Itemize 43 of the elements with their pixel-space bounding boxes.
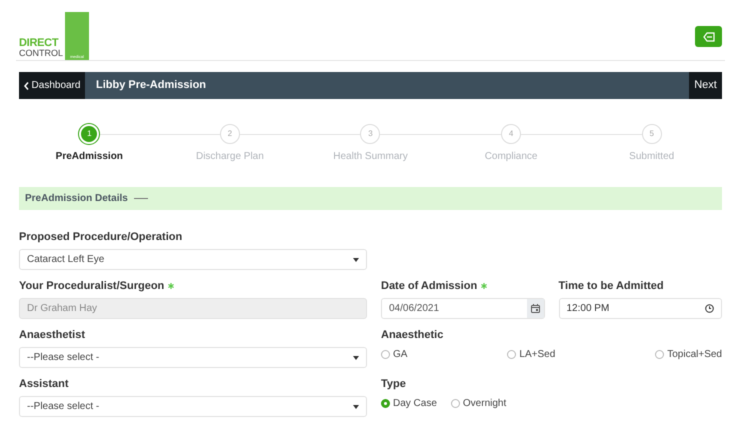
calendar-icon [530, 304, 540, 313]
step-label: PreAdmission [56, 150, 123, 164]
radio-option[interactable]: LA+Sed [507, 346, 556, 362]
clock-icon [705, 304, 714, 313]
next-button[interactable]: Next [689, 72, 722, 99]
time-field[interactable]: 12:00 PM [558, 298, 722, 319]
required-icon [481, 283, 488, 289]
field-label: Date of Admission [381, 278, 478, 294]
field-label: Proposed Procedure/Operation [19, 230, 182, 245]
section-header: PreAdmission Details [19, 187, 722, 210]
required-icon [168, 283, 174, 289]
caret-icon [353, 356, 359, 360]
select-field[interactable]: Cataract Left Eye [19, 249, 367, 270]
chevron-left-icon [24, 82, 29, 90]
radio-button[interactable] [507, 350, 516, 358]
radio-option[interactable]: Topical+Sed [655, 346, 722, 362]
field-label: Time to be Admitted [558, 278, 664, 294]
step-label: Health Summary [333, 150, 408, 164]
field-label: Type [381, 376, 406, 392]
step-label: Discharge Plan [196, 150, 264, 164]
date-field[interactable]: 04/06/2021 [381, 298, 544, 319]
caret-icon [353, 258, 359, 262]
step-label: Compliance [484, 150, 538, 164]
step-label: Submitted [629, 150, 674, 164]
radio-button[interactable] [381, 398, 390, 408]
caret-icon [353, 404, 359, 408]
field-label: Assistant [19, 376, 69, 392]
logout-button[interactable] [695, 26, 722, 47]
radio-option[interactable]: Overnight [450, 396, 506, 410]
calendar-button[interactable] [526, 299, 544, 318]
field-label: Your Proceduralist/Surgeon [19, 278, 164, 294]
field-label: Anaesthetic [381, 328, 444, 343]
radio-button[interactable] [381, 350, 390, 358]
field-label: Anaesthetist [19, 328, 86, 343]
select-field[interactable]: --Please select - [19, 347, 367, 368]
radio-option[interactable]: Day Case [381, 396, 437, 410]
page-title: Libby Pre-Admission [96, 78, 208, 94]
radio-option[interactable]: GA [381, 346, 408, 362]
exit-icon [702, 32, 714, 42]
radio-button[interactable] [655, 350, 664, 358]
select-field[interactable]: --Please select - [19, 396, 367, 417]
radio-button[interactable] [450, 398, 460, 408]
dashboard-button[interactable]: Dashboard [19, 72, 85, 99]
